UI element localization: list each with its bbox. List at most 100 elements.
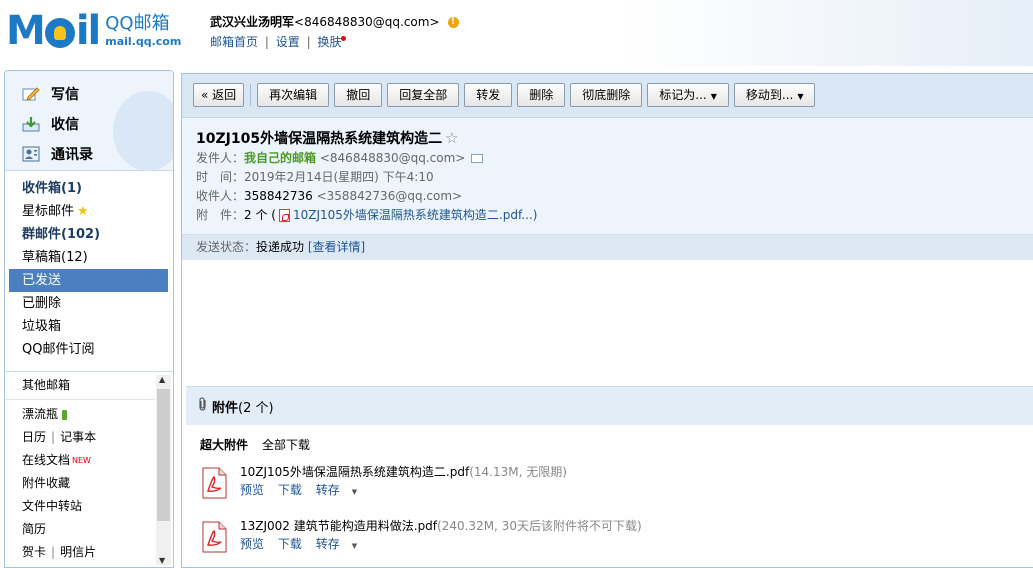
time-value: 2019年2月14日(星期四) 下午4:10 (244, 170, 434, 184)
mail-header: 10ZJ105外墙保温隔热系统建筑构造二 ☆ 发件人：我自己的邮箱 <846848… (182, 118, 1033, 234)
edit-again-button[interactable]: 再次编辑 (257, 83, 330, 107)
scroll-thumb[interactable] (157, 389, 170, 521)
other-apps: 其他邮箱 漂流瓶 日历 | 记事本 在线文档 NEW 附件收藏 文件中转站 简历 贺卡… (5, 371, 173, 567)
folder-starred-label: 星标邮件 (22, 204, 75, 219)
new-dot-icon (341, 36, 347, 41)
notepad-link[interactable]: 记事本 (60, 430, 96, 444)
view-details-link[interactable]: [查看详情] (308, 240, 365, 254)
logo-service-name: QQ邮箱 (105, 13, 170, 34)
save-to-dropdown[interactable]: 转存 ▼ (316, 483, 367, 497)
drift-bottle-label: 漂流瓶 (22, 407, 59, 421)
mail-toolbar: « 返回 再次编辑 撤回 回复全部 转发 删除 彻底删除 标记为... ▼ 移动到… (182, 74, 1033, 118)
folder-deleted[interactable]: 已删除 (5, 292, 173, 315)
time-label: 时 间： (196, 170, 245, 184)
qq-penguin-watermark (113, 91, 173, 171)
folder-spam[interactable]: 垃圾箱 (5, 315, 173, 338)
download-link[interactable]: 下载 (278, 483, 302, 497)
attachment-label: 附 件： (196, 208, 245, 222)
bottle-icon (62, 409, 68, 420)
download-all-link[interactable]: 全部下载 (262, 438, 310, 452)
attachment-item: 10ZJ105外墙保温隔热系统建筑构造二.pdf(14.13M, 无限期) 预览… (200, 463, 1033, 507)
pdf-file-icon (200, 467, 228, 499)
folder-sent[interactable]: 已发送 (9, 269, 168, 292)
drift-bottle-link[interactable]: 漂流瓶 (5, 403, 173, 426)
attachments-title: 附件 (212, 400, 239, 416)
attachments-body: 超大附件 全部下载 10ZJ105外墙保温隔热系统建筑构造二.pdf(14.13M… (186, 425, 1033, 561)
primary-actions: 写信 收信 通讯录 (5, 71, 173, 171)
star-outline-icon[interactable]: ☆ (445, 129, 458, 147)
move-to-dropdown[interactable]: 移动到... ▼ (733, 83, 816, 107)
change-skin-link[interactable]: 换肤 (317, 35, 341, 49)
preview-link[interactable]: 预览 (240, 537, 264, 551)
attachment-filename: 13ZJ002 建筑节能构造用料做法.pdf (240, 519, 438, 533)
delete-button[interactable]: 删除 (517, 83, 566, 107)
qq-mail-logo[interactable]: Mil QQ邮箱 mail.qq.com (6, 10, 181, 52)
other-mailboxes-link[interactable]: 其他邮箱 (5, 372, 155, 400)
pdf-file-icon (200, 521, 228, 553)
attachment-meta: (14.13M, 无限期) (469, 465, 567, 479)
online-docs-link[interactable]: 在线文档 NEW (5, 449, 173, 472)
left-sidebar: 写信 收信 通讯录 收件箱(1) 星标邮件 ★ 群邮件(102) 草稿箱(12) … (4, 70, 174, 568)
attachment-filename: 10ZJ105外墙保温隔热系统建筑构造二.pdf (240, 465, 470, 479)
scroll-up-arrow-icon[interactable]: ▲ (159, 375, 165, 384)
star-icon: ★ (77, 204, 89, 219)
attachment-item: 13ZJ002 建筑节能构造用料做法.pdf(240.32M, 30天后该附件将… (200, 517, 1033, 561)
status-label: 发送状态： (196, 240, 257, 254)
new-badge: NEW (72, 456, 91, 465)
chevron-down-icon: ▼ (351, 542, 358, 550)
save-to-dropdown[interactable]: 转存 ▼ (316, 537, 367, 551)
calendar-link[interactable]: 日历 (22, 430, 46, 444)
save-to-label: 转存 (315, 537, 340, 551)
attachment-actions: 超大附件 全部下载 (200, 437, 1033, 453)
sender-name[interactable]: 我自己的邮箱 (244, 151, 316, 165)
contact-card-icon[interactable] (471, 154, 484, 163)
mail-subject-text: 10ZJ105外墙保温隔热系统建筑构造二 (196, 131, 443, 147)
sidebar-scrollbar[interactable]: ▲ ▼ (156, 375, 171, 565)
attachment-favorites-link[interactable]: 附件收藏 (5, 472, 173, 495)
postcard-link[interactable]: 明信片 (60, 545, 96, 559)
folder-group-mail[interactable]: 群邮件(102) (5, 223, 173, 246)
calendar-notepad-row: 日历 | 记事本 (5, 426, 173, 449)
folder-subscriptions[interactable]: QQ邮件订阅 (5, 338, 173, 361)
recipient-name[interactable]: 358842736 (244, 189, 313, 203)
logo-bell-icon (44, 18, 75, 48)
attachments-section: 附件 (2 个) 超大附件 全部下载 10ZJ105外墙保温隔热系统建筑构造二.pd… (186, 386, 1033, 561)
scroll-down-arrow-icon[interactable]: ▼ (159, 556, 165, 565)
link-separator: | (264, 35, 269, 49)
attachment-count: 2 个 ( (244, 208, 276, 222)
reply-all-button[interactable]: 回复全部 (387, 83, 460, 107)
logo-wordmark: Mil (6, 8, 101, 54)
sender-row: 发件人：我自己的邮箱 <846848830@qq.com> (196, 149, 1033, 168)
folder-list: 收件箱(1) 星标邮件 ★ 群邮件(102) 草稿箱(12) 已发送 已删除 垃圾… (5, 171, 173, 361)
folder-drafts[interactable]: 草稿箱(12) (5, 246, 173, 269)
user-name: 武汉兴业汤明军 (210, 15, 295, 29)
receive-label: 收信 (51, 117, 79, 133)
file-transfer-link[interactable]: 文件中转站 (5, 495, 173, 518)
greeting-card-link[interactable]: 贺卡 (22, 545, 46, 559)
attachments-header: 附件 (2 个) (186, 387, 1033, 425)
resume-link[interactable]: 简历 (5, 518, 173, 541)
sender-label: 发件人： (196, 151, 245, 165)
mark-as-dropdown[interactable]: 标记为... ▼ (647, 83, 729, 107)
recipient-label: 收件人： (196, 189, 245, 203)
recall-button[interactable]: 撤回 (334, 83, 383, 107)
warning-icon[interactable]: ! (447, 16, 459, 28)
settings-link[interactable]: 设置 (276, 35, 300, 49)
download-link[interactable]: 下载 (278, 537, 302, 551)
folder-starred[interactable]: 星标邮件 ★ (5, 200, 173, 223)
forward-button[interactable]: 转发 (464, 83, 513, 107)
time-row: 时 间：2019年2月14日(星期四) 下午4:10 (196, 168, 1033, 187)
attachment-link[interactable]: 10ZJ105外墙保温隔热系统建筑构造二.pdf...) (293, 208, 537, 222)
folder-inbox[interactable]: 收件箱(1) (5, 177, 173, 200)
pdf-icon (278, 209, 290, 222)
back-button[interactable]: « 返回 (193, 83, 245, 107)
preview-link[interactable]: 预览 (240, 483, 264, 497)
card-postcard-row: 贺卡 | 明信片 (5, 541, 173, 564)
delivery-status-bar: 发送状态：投递成功 [查看详情] (182, 234, 1033, 260)
move-to-label: 移动到... (745, 88, 794, 102)
super-attachment-label: 超大附件 (200, 438, 249, 452)
mailbox-home-link[interactable]: 邮箱首页 (210, 35, 258, 49)
permanent-delete-button[interactable]: 彻底删除 (570, 83, 643, 107)
chevron-down-icon: ▼ (797, 92, 804, 101)
row-separator: | (51, 545, 56, 559)
